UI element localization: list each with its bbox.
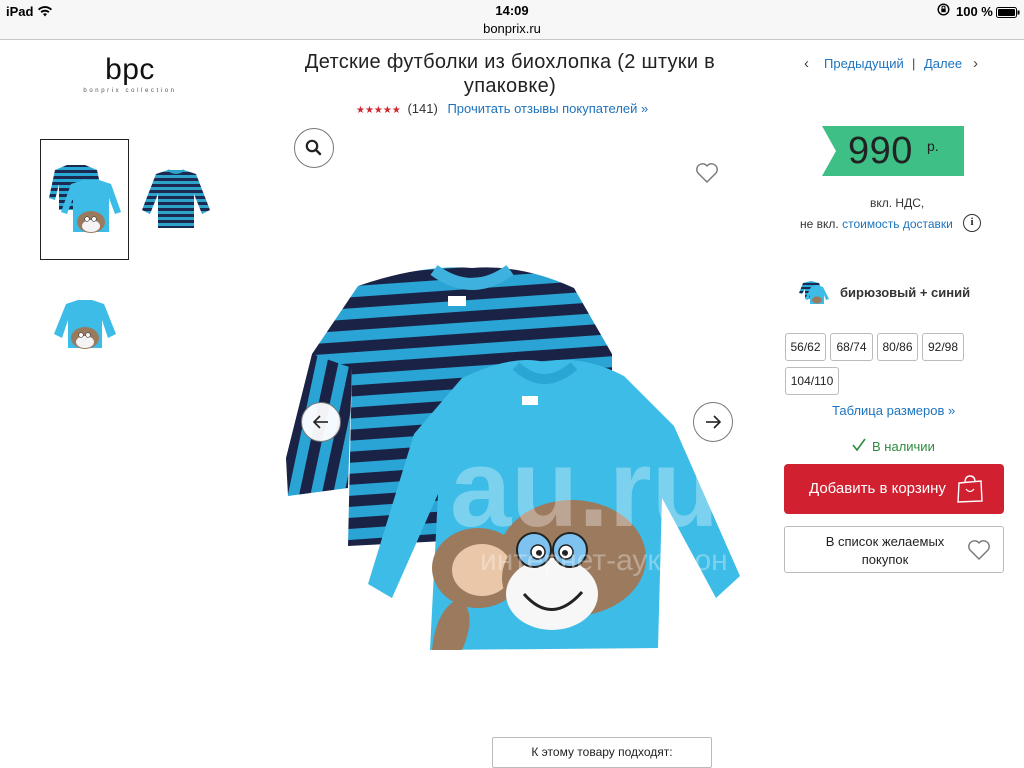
color-swatch[interactable]	[799, 279, 829, 305]
price-currency: р.	[927, 138, 939, 154]
price-value: 990	[848, 130, 913, 172]
arrow-left-icon	[312, 415, 328, 429]
logo-text: bpc	[105, 53, 155, 86]
previous-image-button[interactable]	[301, 402, 341, 442]
reviews-link[interactable]: Прочитать отзывы покупателей »	[447, 101, 648, 116]
checkmark-icon	[852, 438, 866, 452]
search-icon	[305, 139, 322, 156]
thumbnail-image	[142, 169, 210, 228]
next-image-button[interactable]	[693, 402, 733, 442]
status-bar: iPad 14:09 bonprix.ru 100 %	[0, 0, 1024, 40]
info-icon[interactable]: i	[963, 214, 981, 232]
thumbnail-image	[54, 300, 116, 349]
wishlist-label: В список желаемых покупок	[825, 534, 945, 567]
url-domain[interactable]: bonprix.ru	[0, 21, 1024, 36]
rotation-lock-icon	[937, 3, 950, 19]
review-count: (141)	[407, 101, 438, 116]
clock: 14:09	[495, 3, 529, 18]
rating-stars: ★★★★★	[356, 105, 401, 116]
battery-percentage: 100 %	[956, 4, 993, 19]
next-link[interactable]: Далее	[924, 56, 962, 71]
add-to-wishlist-button[interactable]: В список желаемых покупок	[784, 526, 1004, 573]
add-to-cart-label: Добавить в корзину	[809, 480, 946, 497]
size-option[interactable]: 80/86	[877, 333, 918, 361]
size-option[interactable]: 68/74	[830, 333, 873, 361]
brand-logo[interactable]: bpc bonprix collection	[74, 53, 186, 98]
related-products-button[interactable]: К этому товару подходят:	[492, 737, 712, 768]
heart-icon[interactable]	[694, 160, 720, 186]
previous-link[interactable]: Предыдущий	[824, 56, 904, 71]
size-option[interactable]: 56/62	[785, 333, 826, 361]
rating-row: ★★★★★ (141) Прочитать отзывы покупателей…	[356, 101, 648, 119]
chevron-right-icon[interactable]: ›	[973, 55, 978, 72]
pager-separator: |	[912, 56, 916, 71]
add-to-cart-button[interactable]: Добавить в корзину	[784, 464, 1004, 514]
product-main-image[interactable]	[282, 258, 752, 658]
thumbnail-two-shirts[interactable]	[40, 139, 129, 260]
zoom-button[interactable]	[294, 128, 334, 168]
arrow-right-icon	[706, 415, 722, 429]
thumbnail-image	[49, 165, 121, 233]
thumbnail-striped-shirt[interactable]	[138, 160, 213, 240]
heart-icon	[968, 540, 990, 560]
battery-icon	[996, 6, 1020, 21]
product-photo	[286, 265, 740, 650]
product-title: Детские футболки из биохлопка (2 штуки в…	[304, 51, 716, 97]
size-chart-link[interactable]: Таблица размеров »	[832, 403, 955, 418]
size-option[interactable]: 92/98	[922, 333, 964, 361]
shipping-cost-link[interactable]: стоимость доставки	[842, 217, 953, 231]
shipping-prefix: не вкл.	[800, 217, 839, 231]
logo-subtitle: bonprix collection	[83, 88, 177, 94]
stock-status: В наличии	[852, 438, 935, 454]
stock-label: В наличии	[872, 439, 935, 454]
color-name: бирюзовый + синий	[840, 285, 971, 300]
shopping-bag-icon	[957, 475, 983, 503]
thumbnail-monkey-shirt[interactable]	[50, 290, 120, 360]
vat-note: вкл. НДС,	[870, 196, 925, 210]
size-option[interactable]: 104/110	[785, 367, 839, 395]
product-pager: ‹ Предыдущий | Далее ›	[800, 55, 990, 76]
shipping-note: не вкл. стоимость доставки	[800, 217, 953, 231]
chevron-left-icon[interactable]: ‹	[804, 55, 809, 72]
